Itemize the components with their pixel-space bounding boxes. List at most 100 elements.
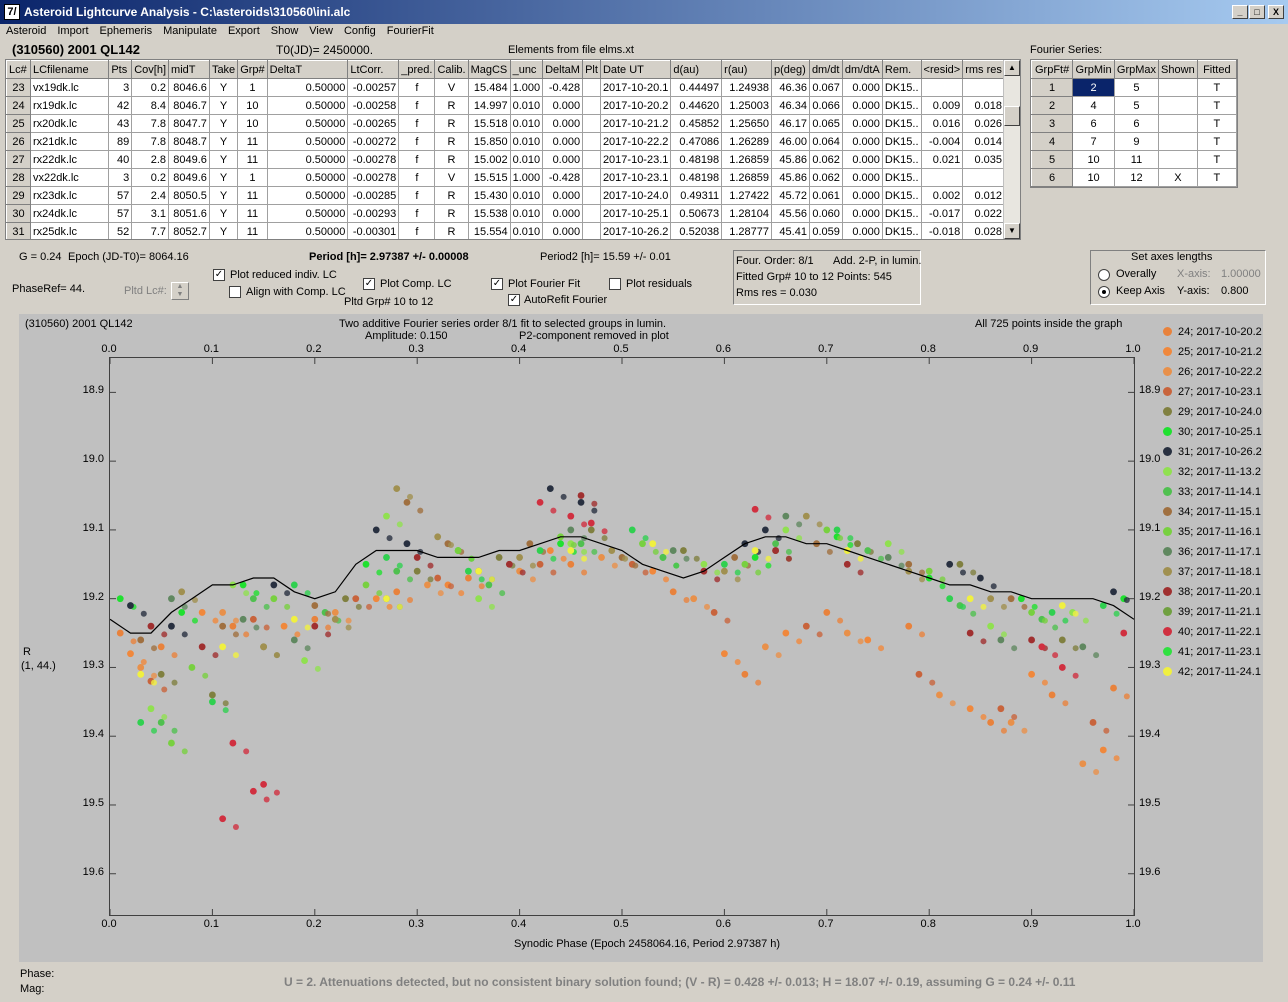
table-cell[interactable]: 0.065 xyxy=(808,114,843,133)
table-row[interactable]: 31 rx25dk.lc 52 7.7 8052.7 Y 11 0.50000 -0.00301… xyxy=(6,222,1005,239)
table-cell[interactable]: 2017-10-20.1 xyxy=(599,78,672,97)
fourier-cell[interactable] xyxy=(1158,96,1198,115)
table-cell[interactable]: -0.018 xyxy=(920,222,964,239)
menu-asteroid[interactable]: Asteroid xyxy=(0,24,51,37)
table-row[interactable]: 26 rx21dk.lc 89 7.8 8048.7 Y 11 0.50000 -0.00272… xyxy=(6,132,1005,151)
lc-column-header[interactable]: Cov[h] xyxy=(131,60,170,79)
row-header[interactable]: 30 xyxy=(6,204,31,223)
table-cell[interactable]: 0.49311 xyxy=(670,186,723,205)
table-cell[interactable]: rx21dk.lc xyxy=(29,132,110,151)
fourier-column-header[interactable]: Shown xyxy=(1158,60,1198,79)
menu-fourierfit[interactable]: FourierFit xyxy=(381,24,439,37)
align-checkbox[interactable] xyxy=(229,286,241,298)
fourier-row[interactable]: 366T xyxy=(1030,114,1238,133)
fourier-series-table[interactable]: GrpFt# GrpMin GrpMax Shown Fitted 125T245T36… xyxy=(1030,59,1238,188)
table-cell[interactable]: DK15.. xyxy=(881,204,922,223)
table-cell[interactable]: 46.00 xyxy=(770,132,810,151)
table-cell[interactable]: 0.000 xyxy=(841,150,883,169)
fourier-row[interactable]: 245 T xyxy=(1030,96,1238,115)
table-cell[interactable]: 42 xyxy=(108,96,133,115)
table-cell[interactable]: R xyxy=(434,222,469,239)
table-cell[interactable]: 11 xyxy=(237,222,268,239)
table-cell[interactable]: rx19dk.lc xyxy=(29,96,110,115)
table-cell[interactable]: 1.24938 xyxy=(721,78,772,97)
table-cell[interactable]: -0.428 xyxy=(542,78,584,97)
table-cell[interactable]: 0.002 xyxy=(920,186,964,205)
table-cell[interactable]: Y xyxy=(208,150,239,169)
lc-column-header[interactable]: r(au) xyxy=(721,60,772,79)
lc-column-header[interactable]: Take xyxy=(208,60,239,79)
table-cell[interactable]: 15.554 xyxy=(467,222,511,239)
lc-column-header[interactable]: Pts xyxy=(108,60,133,79)
table-cell[interactable]: -0.00293 xyxy=(347,204,400,223)
table-cell[interactable]: -0.00278 xyxy=(347,168,400,187)
lc-column-header[interactable]: Rem. xyxy=(881,60,922,79)
table-cell[interactable]: -0.017 xyxy=(920,204,964,223)
table-cell[interactable]: 45.56 xyxy=(770,204,810,223)
table-cell[interactable]: 15.002 xyxy=(467,150,511,169)
table-cell[interactable]: 8048.7 xyxy=(168,132,210,151)
table-cell[interactable]: DK15.. xyxy=(881,132,922,151)
table-cell[interactable]: DK15.. xyxy=(881,186,922,205)
fourier-cell[interactable]: 6 xyxy=(1113,114,1160,133)
table-cell[interactable]: 0.44620 xyxy=(670,96,723,115)
table-cell[interactable]: 0.000 xyxy=(841,78,883,97)
table-cell[interactable]: 0.010 xyxy=(509,96,544,115)
row-header[interactable]: 23 xyxy=(6,78,31,97)
table-cell[interactable]: -0.00258 xyxy=(347,96,400,115)
lc-column-header[interactable]: <resid> xyxy=(920,60,964,79)
table-cell[interactable]: 89 xyxy=(108,132,133,151)
table-cell[interactable]: R xyxy=(434,132,469,151)
table-cell[interactable] xyxy=(582,186,601,205)
table-cell[interactable]: 14.997 xyxy=(467,96,511,115)
minimize-button[interactable]: _ xyxy=(1232,5,1248,19)
plot-comp-checkbox[interactable]: ✓ xyxy=(363,278,375,290)
y-axis-value[interactable]: 0.800 xyxy=(1221,285,1249,297)
row-header[interactable]: 3 xyxy=(1030,114,1074,133)
table-cell[interactable]: DK15.. xyxy=(881,78,922,97)
table-cell[interactable] xyxy=(582,204,601,223)
lc-column-header[interactable]: p(deg) xyxy=(770,60,810,79)
table-cell[interactable]: 0.000 xyxy=(841,186,883,205)
fourier-row[interactable]: 6 10 12 X T xyxy=(1030,168,1238,187)
table-cell[interactable]: 0.000 xyxy=(542,222,584,239)
table-cell[interactable]: V xyxy=(434,78,469,97)
menu-ephemeris[interactable]: Ephemeris xyxy=(94,24,158,37)
table-cell[interactable]: 0.000 xyxy=(542,204,584,223)
table-cell[interactable]: 2017-10-26.2 xyxy=(599,222,672,239)
table-cell[interactable]: 1.25650 xyxy=(721,114,772,133)
fourier-cell[interactable]: 5 xyxy=(1113,78,1160,97)
table-row[interactable]: 25 rx20dk.lc 43 7.8 8047.7 Y 10 0.50000 -0.00265… xyxy=(6,114,1005,133)
table-cell[interactable]: 0.066 xyxy=(808,96,843,115)
row-header[interactable]: 28 xyxy=(6,168,31,187)
table-cell[interactable]: 10 xyxy=(237,114,268,133)
autorefit-checkbox[interactable]: ✓ xyxy=(508,294,520,306)
table-cell[interactable]: f xyxy=(398,186,436,205)
table-cell[interactable]: f xyxy=(398,132,436,151)
table-cell[interactable]: 46.34 xyxy=(770,96,810,115)
table-cell[interactable]: 0.45852 xyxy=(670,114,723,133)
x-axis-value[interactable]: 1.00000 xyxy=(1221,268,1261,280)
table-cell[interactable]: 1.26859 xyxy=(721,168,772,187)
table-cell[interactable]: 8047.7 xyxy=(168,114,210,133)
row-header[interactable]: 1 xyxy=(1030,78,1074,97)
table-cell[interactable] xyxy=(582,150,601,169)
table-cell[interactable]: 0.50000 xyxy=(266,204,349,223)
table-row[interactable]: 27 rx22dk.lc 40 2.8 8049.6 Y 11 0.50000 -0.00278… xyxy=(6,150,1005,169)
fourier-column-header[interactable]: Fitted xyxy=(1196,60,1238,79)
fourier-row[interactable]: 125 T xyxy=(1030,78,1238,97)
table-cell[interactable]: f xyxy=(398,150,436,169)
keep-axis-radio[interactable] xyxy=(1098,286,1110,298)
lc-column-header[interactable]: LtCorr. xyxy=(347,60,400,79)
table-cell[interactable]: 2017-10-22.2 xyxy=(599,132,672,151)
lc-column-header[interactable]: rms res xyxy=(962,60,1005,79)
table-cell[interactable]: 0.028 xyxy=(962,222,1005,239)
table-cell[interactable]: 0.064 xyxy=(808,132,843,151)
table-cell[interactable]: R xyxy=(434,96,469,115)
table-cell[interactable]: 0.50000 xyxy=(266,222,349,239)
table-cell[interactable]: rx23dk.lc xyxy=(29,186,110,205)
table-cell[interactable]: f xyxy=(398,222,436,239)
menu-config[interactable]: Config xyxy=(338,24,381,37)
fourier-row[interactable]: 479 T xyxy=(1030,132,1238,151)
table-cell[interactable]: R xyxy=(434,186,469,205)
